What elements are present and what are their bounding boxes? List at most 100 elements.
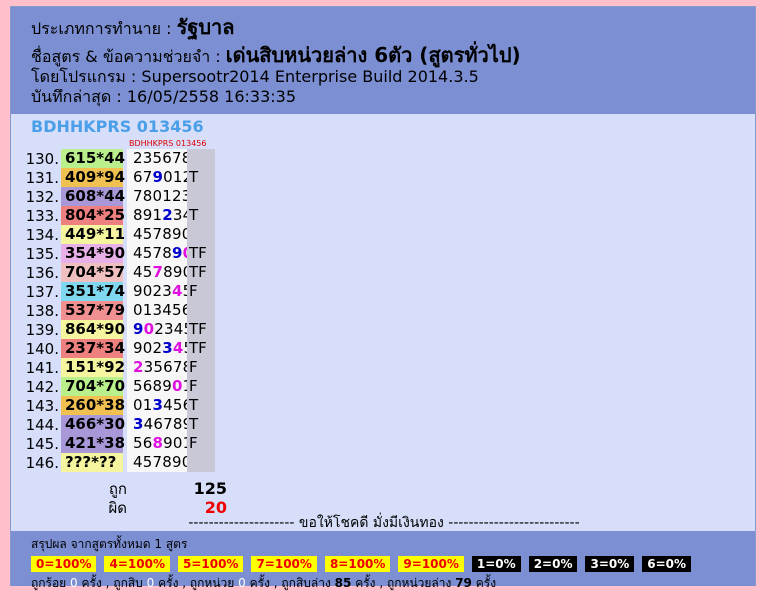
digit-percent-badge: 2=0% — [528, 556, 578, 572]
stat-unit: ครั้ง — [81, 576, 102, 590]
row-number: 131. — [25, 168, 59, 187]
digit: 4 — [143, 415, 154, 433]
digit: 7 — [142, 168, 153, 186]
digit: 0 — [172, 377, 183, 395]
table-row: 140.237*34902345TF — [23, 339, 215, 358]
program-value: Supersootr2014 Enterprise Build 2014.3.5 — [141, 67, 479, 86]
digit: 4 — [172, 282, 183, 300]
digit: 3 — [133, 415, 144, 433]
digit: 6 — [162, 149, 172, 167]
table-row: 131.409*94679012T — [23, 168, 215, 187]
predicted-digits: 235678 — [127, 149, 191, 168]
row-number: 140. — [25, 339, 59, 358]
digit: 3 — [172, 206, 183, 224]
digit: 9 — [163, 434, 173, 452]
predicted-digits: 780123 — [127, 187, 191, 206]
digit: 6 — [142, 434, 153, 452]
predicted-digits: 235678 — [127, 358, 192, 377]
digit: 5 — [172, 396, 183, 414]
hit-flag: TF — [187, 339, 215, 358]
row-number: 137. — [25, 282, 59, 301]
hit-flag: F — [187, 358, 215, 377]
digit: 9 — [133, 339, 143, 357]
digit: 2 — [172, 187, 182, 205]
stat-value: 79 — [455, 576, 472, 590]
predicted-digits: 679012 — [127, 168, 192, 187]
digit: 3 — [162, 339, 173, 357]
digit: 9 — [152, 168, 164, 186]
digit: 5 — [142, 453, 153, 471]
digit: 0 — [163, 168, 173, 186]
saved-line: บันทึกล่าสุด : 16/05/2558 16:33:35 — [31, 87, 755, 107]
digit: 7 — [152, 263, 164, 281]
hit-flag: TF — [187, 263, 215, 282]
formula-name-label: ชื่อสูตร & ข้อความช่วยจำ : — [31, 47, 221, 66]
digit-percent-badge: 7=100% — [251, 556, 317, 572]
table-row: 144.466*30346789T — [23, 415, 215, 434]
draw-result: 237*34 — [61, 339, 125, 358]
digit: 2 — [162, 206, 173, 224]
digit: 3 — [142, 149, 153, 167]
hit-flag: F — [187, 282, 215, 301]
digit: 4 — [163, 396, 173, 414]
hit-flag: T — [187, 415, 215, 434]
hit-flag — [187, 453, 215, 472]
hit-flag: TF — [187, 320, 215, 339]
digit: 9 — [172, 244, 183, 262]
predicted-digits: 457890 — [127, 244, 193, 263]
draw-result: 704*57 — [61, 263, 125, 282]
row-number: 143. — [25, 396, 59, 415]
digit: 7 — [172, 358, 183, 376]
table-row: 135.354*90457890TF — [23, 244, 215, 263]
row-number: 142. — [25, 377, 59, 396]
digit: 7 — [172, 149, 182, 167]
table-row: 139.864*90902345TF — [23, 320, 215, 339]
stat-label: ถูกสิบ — [113, 576, 143, 590]
row-number: 136. — [25, 263, 59, 282]
digit: 4 — [133, 453, 143, 471]
draw-result: 409*94 — [61, 168, 125, 187]
row-number: 145. — [25, 434, 59, 453]
stat-value: 0 — [70, 576, 78, 590]
stat-label: ถูกร้อย — [31, 576, 67, 590]
draw-result: 421*38 — [61, 434, 125, 453]
digit-badges: 0=100% 4=100% 5=100% 7=100% 8=100% 9=100% 1=0%… — [31, 556, 755, 572]
stat-unit: ครั้ง — [158, 576, 179, 590]
draw-result: 354*90 — [61, 244, 125, 263]
digit-percent-badge: 8=100% — [324, 556, 391, 572]
digit: 8 — [162, 453, 172, 471]
program-label: โดยโปรแกรม : — [31, 67, 137, 86]
digit: 3 — [162, 282, 172, 300]
draw-result: 351*74 — [61, 282, 125, 301]
summary-footer: สรุปผล จากสูตรทั้งหมด 1 สูตร 0=100% 4=100… — [11, 531, 755, 590]
row-number: 139. — [25, 320, 59, 339]
digit: 5 — [172, 301, 182, 319]
digit: 0 — [172, 434, 183, 452]
table-row: 134.449*11457890 — [23, 225, 215, 244]
draw-result: 260*38 — [61, 396, 125, 415]
digit: 5 — [133, 434, 143, 452]
digit: 6 — [153, 415, 164, 433]
draw-result: 804*25 — [61, 206, 125, 225]
hit-flag: F — [187, 377, 215, 396]
hit-flag — [187, 149, 215, 168]
row-number: 132. — [25, 187, 59, 206]
digit-percent-badge: 0=100% — [31, 556, 97, 572]
digit: 2 — [152, 339, 163, 357]
row-number: 130. — [25, 149, 59, 168]
formula-name-line: ชื่อสูตร & ข้อความช่วยจำ : เด่นสิบหน่วยล… — [31, 45, 755, 67]
digit: 0 — [142, 282, 153, 300]
row-number: 144. — [25, 415, 59, 434]
digit: 9 — [172, 225, 182, 243]
stat-unit: ครั้ง — [475, 576, 497, 590]
digit: 0 — [133, 396, 143, 414]
program-line: โดยโปรแกรม : Supersootr2014 Enterprise B… — [31, 67, 755, 87]
stat-unit: ครั้ง — [249, 576, 270, 590]
digit-percent-badge: 4=100% — [104, 556, 170, 572]
saved-value: 16/05/2558 16:33:35 — [126, 87, 297, 106]
table-row: 130.615*44235678 — [23, 149, 215, 168]
digit-percent-badge: 5=100% — [177, 556, 244, 572]
table-row: 138.537*79013456 — [23, 301, 215, 320]
draw-result: 704*70 — [61, 377, 125, 396]
predicted-digits: 568901 — [127, 377, 192, 396]
